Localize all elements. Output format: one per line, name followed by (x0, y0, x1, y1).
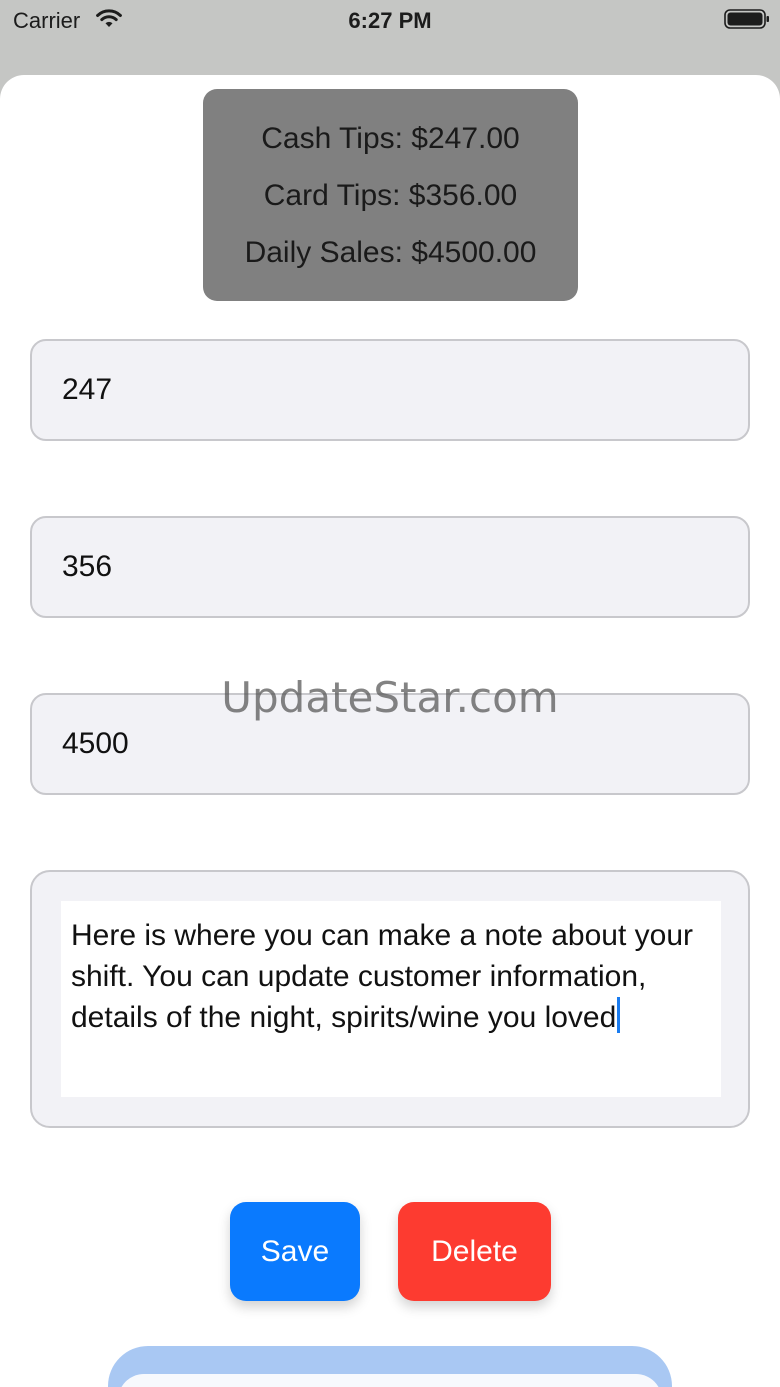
save-button-label: Save (260, 1234, 330, 1268)
tips-summary: Cash Tips: $247.00 Card Tips: $356.00 Da… (203, 89, 578, 301)
text-cursor (617, 997, 621, 1033)
shift-note-container: Here is where you can make a note about … (30, 870, 750, 1128)
card-tips-input[interactable] (32, 518, 748, 616)
cash-tips-field (30, 339, 750, 441)
bottom-panel (108, 1346, 672, 1387)
battery-icon (724, 9, 769, 29)
daily-sales-input[interactable] (32, 695, 748, 793)
save-button[interactable]: Save (230, 1202, 360, 1301)
card-tips-field (30, 516, 750, 618)
bottom-panel-inner (118, 1374, 662, 1387)
shift-note-textarea[interactable]: Here is where you can make a note about … (61, 901, 721, 1097)
card-tips-summary: Card Tips: $356.00 (263, 178, 518, 212)
status-bar: Carrier 6:27 PM (0, 0, 780, 40)
entry-sheet: Cash Tips: $247.00 Card Tips: $356.00 Da… (0, 75, 780, 1387)
shift-note-text: Here is where you can make a note about … (71, 919, 694, 1034)
app-screen: Carrier 6:27 PM Cash Tips: $247.00 Card … (0, 0, 780, 1387)
delete-button-label: Delete (431, 1234, 518, 1268)
daily-sales-field (30, 693, 750, 795)
cash-tips-summary: Cash Tips: $247.00 (261, 121, 520, 155)
status-time: 6:27 PM (348, 8, 432, 33)
delete-button[interactable]: Delete (398, 1202, 551, 1301)
cash-tips-input[interactable] (32, 341, 748, 439)
daily-sales-summary: Daily Sales: $4500.00 (244, 235, 537, 269)
